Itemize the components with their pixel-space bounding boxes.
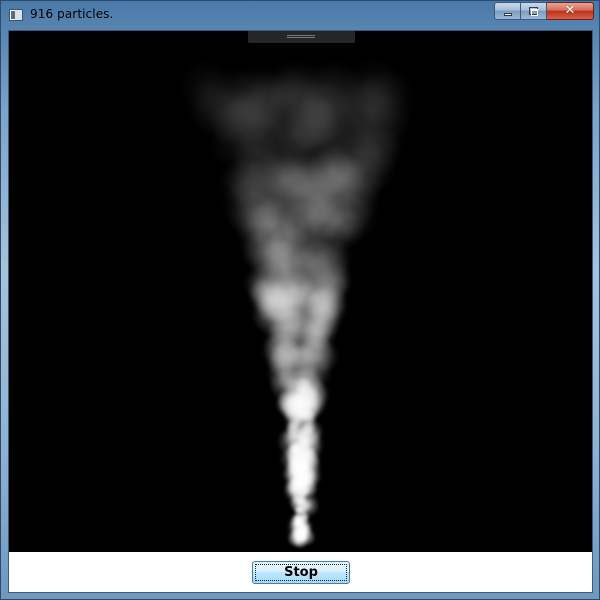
app-window: 916 particles. ✕ Stop bbox=[0, 0, 600, 600]
app-window-icon[interactable] bbox=[9, 9, 23, 21]
smoke-particle bbox=[291, 476, 304, 489]
smoke-particle bbox=[299, 422, 314, 438]
title-bar[interactable]: 916 particles. ✕ bbox=[1, 1, 599, 29]
drag-grip[interactable] bbox=[248, 31, 355, 43]
window-title: 916 particles. bbox=[30, 7, 114, 21]
maximize-icon bbox=[529, 7, 538, 16]
smoke-plume bbox=[178, 56, 419, 549]
smoke-particle bbox=[263, 331, 297, 365]
smoke-particle bbox=[293, 466, 306, 479]
smoke-particle bbox=[302, 383, 320, 401]
smoke-particle bbox=[308, 283, 346, 321]
minimize-icon bbox=[504, 13, 512, 16]
smoke-particle bbox=[297, 329, 333, 365]
close-button[interactable]: ✕ bbox=[547, 2, 594, 20]
close-icon: ✕ bbox=[564, 3, 576, 18]
smoke-particle bbox=[351, 127, 402, 179]
smoke-particle bbox=[294, 527, 303, 537]
client-area: Stop bbox=[8, 30, 593, 593]
smoke-particle bbox=[286, 419, 301, 435]
smoke-particle bbox=[297, 488, 309, 500]
smoke-particle bbox=[293, 505, 304, 516]
stop-button[interactable]: Stop bbox=[252, 561, 350, 584]
particle-canvas[interactable] bbox=[9, 31, 592, 552]
caption-buttons: ✕ bbox=[494, 2, 594, 21]
smoke-particle bbox=[289, 443, 303, 458]
smoke-particle bbox=[277, 196, 325, 244]
maximize-button[interactable] bbox=[521, 2, 547, 20]
smoke-particle bbox=[222, 91, 285, 153]
minimize-button[interactable] bbox=[494, 2, 521, 20]
bottom-toolbar: Stop bbox=[9, 552, 592, 592]
smoke-particle bbox=[252, 259, 299, 306]
smoke-particle bbox=[284, 378, 303, 396]
